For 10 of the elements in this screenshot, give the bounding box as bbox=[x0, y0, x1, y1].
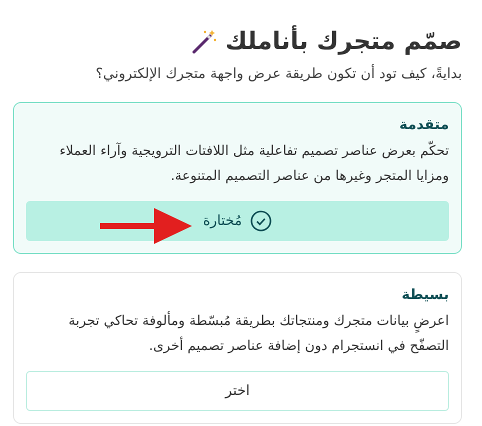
magic-wand-icon bbox=[191, 28, 218, 54]
selected-button[interactable]: مُختارة bbox=[26, 201, 449, 241]
option-description: اعرضٍ بيانات متجرك ومنتجاتك بطريقة مُبسّطة ومألوفة تحاكي تجربة التصفّح في انستجرام دون إضافة عناصر تصميم أخرى. bbox=[68, 310, 449, 356]
choose-button[interactable]: اختر bbox=[26, 371, 449, 411]
page-subtitle: بدايةً، كيف تود أن تكون طريقة عرض واجهة متجرك الإلكتروني؟ bbox=[94, 66, 462, 82]
option-title: متقدمة bbox=[398, 117, 449, 133]
check-icon bbox=[250, 210, 272, 232]
option-description: تحكّم بعرض عناصر تصميم تفاعلية مثل اللافتات الترويجية وآراء العملاء ومزايا المتجر وغيرها من عناصر التصميم المتنوعة. bbox=[26, 139, 449, 189]
option-title: بسيطة bbox=[400, 287, 449, 303]
page-title: صمّم متجرك بأناملك bbox=[225, 24, 462, 57]
